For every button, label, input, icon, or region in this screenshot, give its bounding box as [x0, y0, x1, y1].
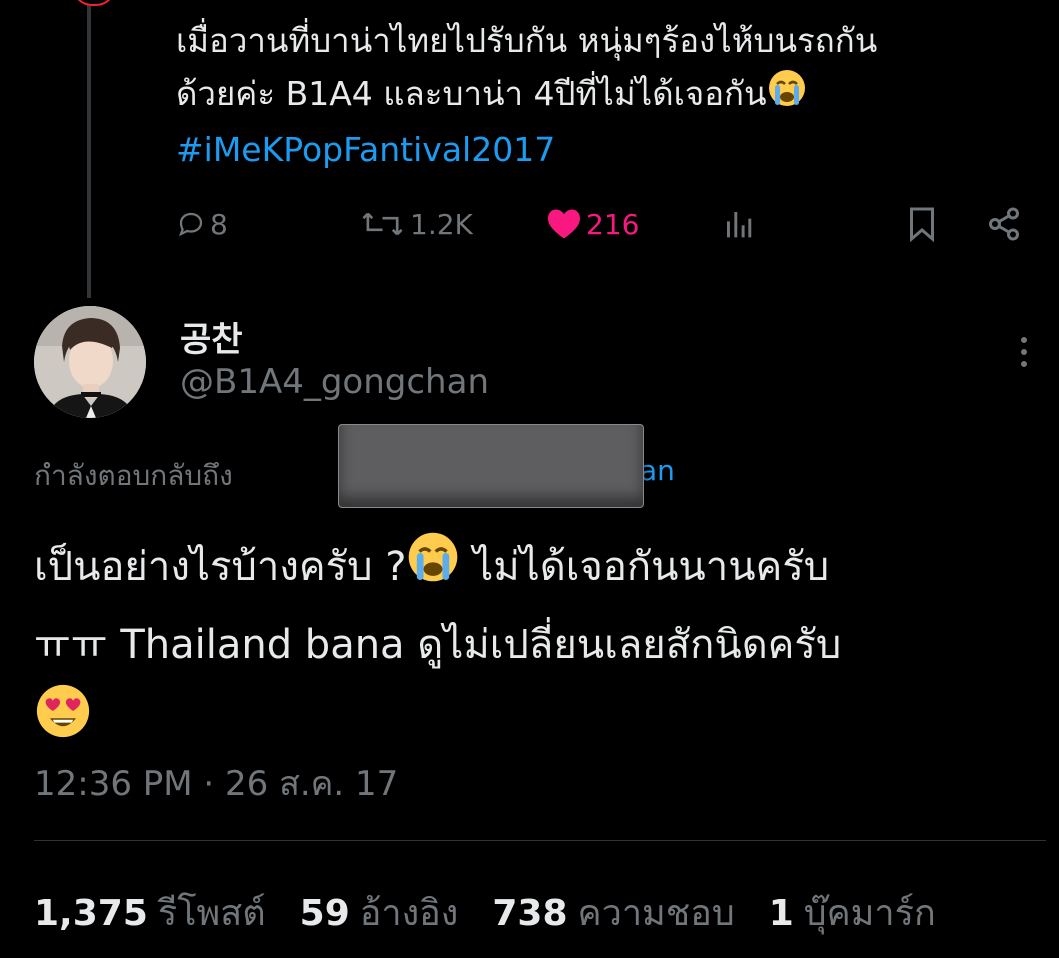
like-button[interactable]: 216: [546, 196, 639, 252]
previous-tweet-actions: 8 1.2K 216: [176, 196, 1036, 252]
tweet-text-line-2: ㅠㅠ Thailand bana ดูไม่เปลี่ยนเลยสักนิดคร…: [34, 622, 842, 668]
bookmark-icon: [910, 207, 934, 242]
stat-bookmarks[interactable]: 1 บุ๊คมาร์ก: [769, 884, 936, 941]
share-button[interactable]: [986, 196, 1022, 252]
views-button[interactable]: [722, 196, 756, 252]
divider: [34, 840, 1046, 841]
crying-emoji: [406, 530, 460, 608]
avatar[interactable]: [34, 306, 146, 418]
more-icon: [1021, 337, 1027, 367]
reply-context: กำลังตอบกลับถึง: [34, 454, 233, 498]
crying-emoji: [767, 68, 807, 123]
heart-eyes-emoji: [34, 682, 92, 764]
tweet-timestamp[interactable]: 12:36 PM · 26 ส.ค. 17: [34, 756, 398, 810]
bookmark-button[interactable]: [906, 196, 938, 252]
reply-count: 8: [210, 207, 228, 241]
user-handle[interactable]: @B1A4_gongchan: [180, 362, 489, 402]
engagement-stats: 1,375 รีโพสต์ 59 อ้างอิง 738 ความชอบ 1 บุ๊คม…: [34, 884, 970, 941]
reply-button[interactable]: 8: [176, 196, 228, 252]
previous-avatar[interactable]: [72, 0, 116, 6]
stat-likes[interactable]: 738 ความชอบ: [492, 884, 734, 941]
retweet-count: 1.2K: [410, 207, 473, 241]
reply-mention-link[interactable]: an: [640, 454, 675, 487]
more-options-button[interactable]: [1006, 334, 1042, 374]
previous-tweet-line-1: เมื่อวานที่บาน่าไทยไปรับกัน หนุ่มๆร้องไห…: [176, 21, 878, 60]
reply-to-label: กำลังตอบกลับถึง: [34, 459, 233, 492]
retweet-icon: [362, 212, 403, 236]
share-icon: [989, 207, 1019, 241]
tweet-text-line-3: [34, 682, 1034, 764]
tweet-text: เป็นอย่างไรบ้างครับ ? ไม่ได้เจอกันนานครั…: [34, 530, 1034, 764]
reply-icon: [179, 212, 203, 237]
display-name[interactable]: 공찬: [180, 312, 243, 361]
like-count: 216: [586, 207, 640, 241]
heart-icon: [548, 209, 580, 239]
thread-connector-line: [87, 0, 91, 298]
retweet-button[interactable]: 1.2K: [362, 196, 473, 252]
previous-tweet-line-2: ด้วยค่ะ B1A4 และบาน่า 4ปีที่ไม่ได้เจอกัน: [176, 67, 1046, 123]
tweet-text-line-1: เป็นอย่างไรบ้างครับ ? ไม่ได้เจอกันนานครั…: [34, 530, 1034, 608]
views-icon: [727, 212, 752, 238]
hashtag-link[interactable]: #iMeKPopFantival2017: [176, 123, 1046, 176]
previous-tweet-text: เมื่อวานที่บาน่าไทยไปรับกัน หนุ่มๆร้องไห…: [176, 14, 1046, 176]
redaction-box: [338, 424, 644, 508]
stat-quotes[interactable]: 59 อ้างอิง: [300, 884, 459, 941]
stat-reposts[interactable]: 1,375 รีโพสต์: [34, 884, 266, 941]
